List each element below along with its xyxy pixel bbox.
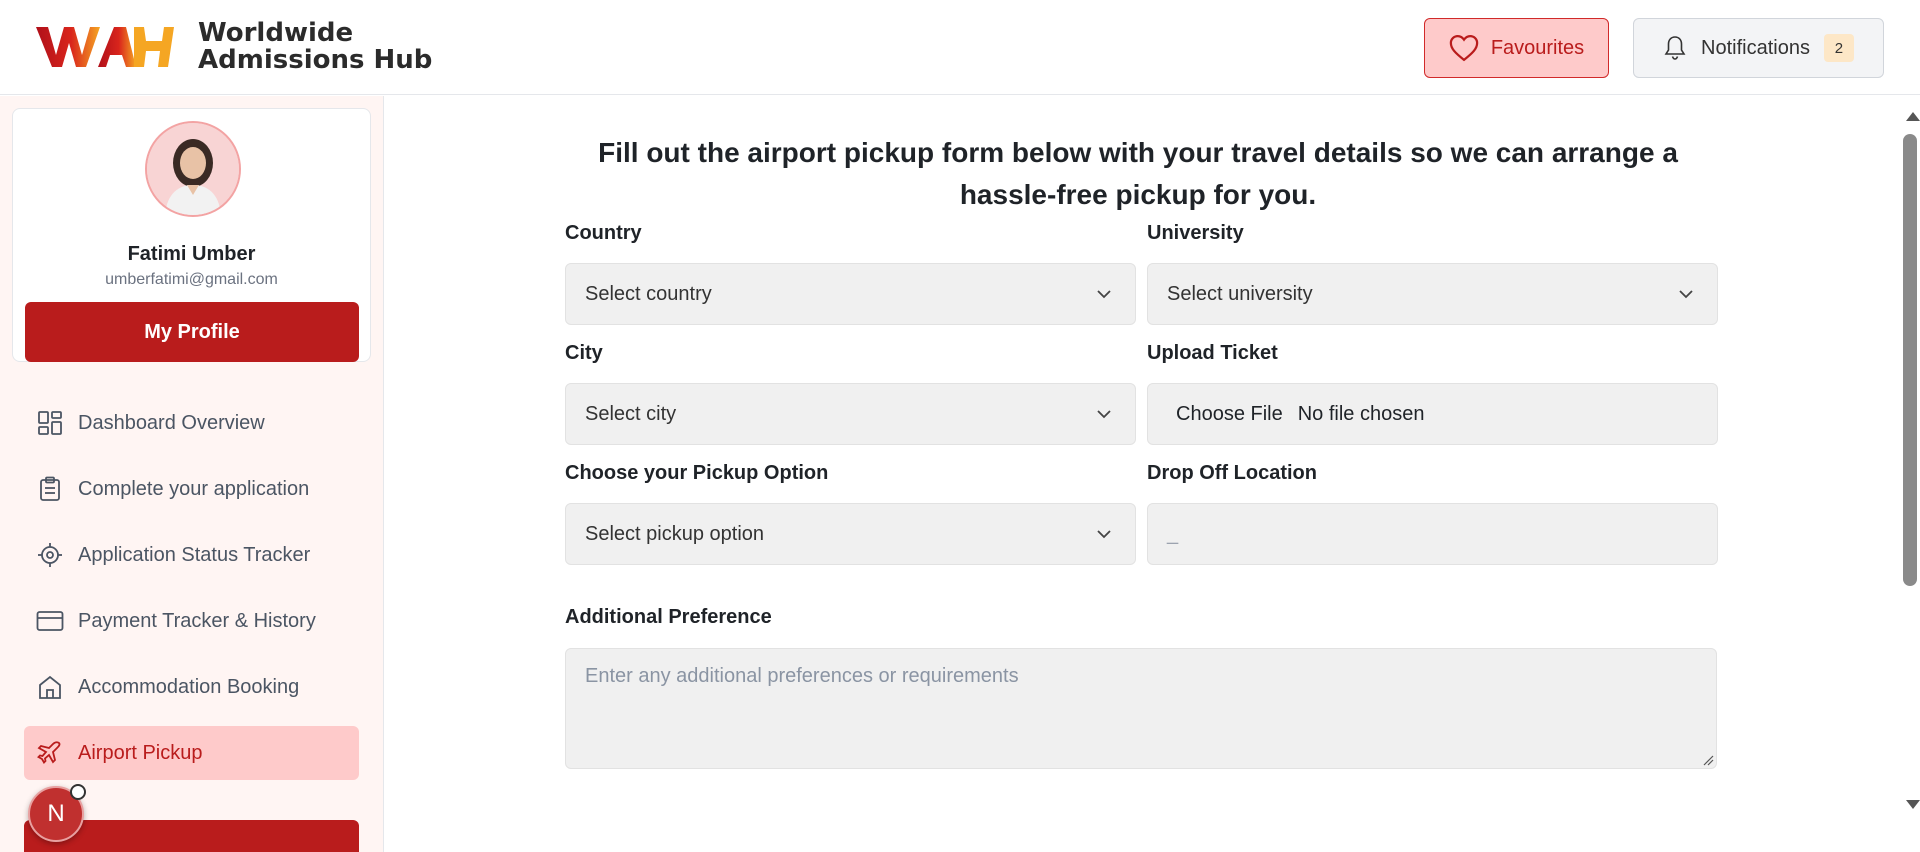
sidebar-item-status-tracker[interactable]: Application Status Tracker: [24, 528, 359, 582]
avatar[interactable]: [145, 121, 241, 217]
avatar-image: [147, 123, 239, 215]
scroll-up-arrow-icon[interactable]: [1906, 112, 1920, 121]
profile-name: Fatimi Umber: [127, 243, 256, 265]
additional-preference-placeholder: Enter any additional preferences or requ…: [585, 665, 1019, 687]
card-icon: [36, 607, 64, 635]
ticket-file-input[interactable]: Choose File No file chosen: [1147, 383, 1718, 445]
city-select-value: Select city: [585, 402, 677, 425]
logo-text-line1: Worldwide: [198, 18, 354, 48]
sidebar-item-label: Payment Tracker & History: [78, 609, 316, 632]
university-select-value: Select university: [1167, 282, 1313, 305]
heart-icon: [1449, 34, 1479, 62]
file-status-text: No file chosen: [1297, 402, 1425, 425]
notifications-count-badge: 2: [1823, 34, 1854, 62]
sidebar-item-label: Application Status Tracker: [78, 543, 311, 566]
additional-preference-textarea[interactable]: Enter any additional preferences or requ…: [565, 648, 1717, 769]
country-label: Country: [565, 222, 642, 244]
choose-file-button[interactable]: Choose File: [1176, 403, 1283, 426]
country-select-value: Select country: [585, 282, 712, 305]
sidebar-item-dashboard-overview[interactable]: Dashboard Overview: [24, 396, 359, 450]
sidebar-nav: Dashboard Overview Complete your applica…: [0, 396, 383, 792]
favourites-button[interactable]: Favourites: [1424, 18, 1609, 78]
notifications-label: Notifications: [1701, 36, 1810, 59]
scrollbar-thumb[interactable]: [1903, 134, 1917, 586]
resize-handle-icon[interactable]: [1702, 754, 1714, 766]
pickup-option-select-value: Select pickup option: [585, 522, 765, 545]
pickup-option-label: Choose your Pickup Option: [565, 462, 829, 484]
chevron-down-icon: [1097, 290, 1111, 299]
chevron-down-icon: [1679, 290, 1693, 299]
sidebar-item-label: Dashboard Overview: [78, 411, 265, 434]
sidebar-item-payment-tracker[interactable]: Payment Tracker & History: [24, 594, 359, 648]
logo[interactable]: Worldwide Admissions Hub: [36, 20, 432, 74]
sidebar-item-label: Accommodation Booking: [78, 675, 300, 698]
university-label: University: [1147, 222, 1244, 244]
dashboard-icon: [36, 409, 64, 437]
dropoff-location-label: Drop Off Location: [1147, 462, 1317, 484]
main-content: Fill out the airport pickup form below w…: [385, 96, 1900, 852]
home-icon: [36, 673, 64, 701]
dropoff-location-value: _: [1167, 522, 1179, 545]
city-label: City: [565, 342, 603, 364]
profile-card: Fatimi Umber umberfatimi@gmail.com My Pr…: [12, 108, 371, 362]
sidebar-item-label: Complete your application: [78, 477, 310, 500]
scroll-down-arrow-icon[interactable]: [1906, 800, 1920, 809]
sidebar-item-airport-pickup[interactable]: Airport Pickup: [24, 726, 359, 780]
form-title: Fill out the airport pickup form below w…: [598, 137, 1678, 210]
floating-status-dot: [70, 784, 86, 800]
ticket-label: Upload Ticket: [1147, 342, 1278, 364]
chevron-down-icon: [1097, 530, 1111, 539]
pickup-option-select[interactable]: Select pickup option: [565, 503, 1136, 565]
chevron-down-icon: [1097, 410, 1111, 419]
my-profile-button[interactable]: My Profile: [25, 302, 359, 362]
sidebar: Fatimi Umber umberfatimi@gmail.com My Pr…: [0, 96, 384, 852]
clipboard-icon: [36, 475, 64, 503]
sidebar-item-complete-application[interactable]: Complete your application: [24, 462, 359, 516]
logo-mark-icon: [36, 27, 174, 67]
university-select[interactable]: Select university: [1147, 263, 1718, 325]
page-scrollbar[interactable]: [1900, 96, 1920, 852]
dropoff-location-input[interactable]: _: [1147, 503, 1718, 565]
logo-text: Worldwide Admissions Hub: [198, 20, 432, 74]
profile-email: umberfatimi@gmail.com: [105, 271, 278, 288]
bell-icon: [1664, 36, 1686, 60]
plane-icon: [36, 739, 64, 767]
sidebar-item-label: Airport Pickup: [78, 741, 203, 764]
logo-text-line2: Admissions Hub: [198, 45, 433, 75]
favourites-label: Favourites: [1490, 36, 1585, 59]
target-icon: [36, 541, 64, 569]
country-select[interactable]: Select country: [565, 263, 1136, 325]
notifications-button[interactable]: Notifications 2: [1633, 18, 1884, 78]
sidebar-item-accommodation-booking[interactable]: Accommodation Booking: [24, 660, 359, 714]
additional-preference-label: Additional Preference: [565, 606, 772, 628]
city-select[interactable]: Select city: [565, 383, 1136, 445]
top-header: Worldwide Admissions Hub Favourites Noti…: [0, 0, 1920, 95]
